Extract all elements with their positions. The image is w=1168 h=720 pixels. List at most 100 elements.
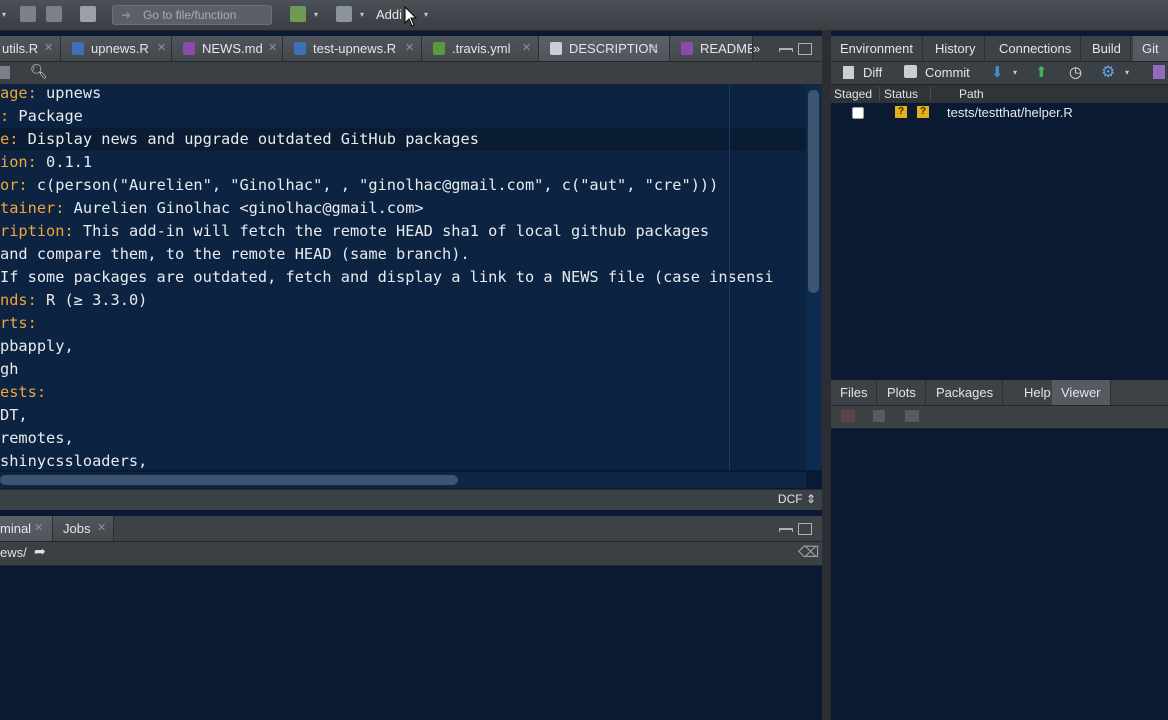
scrollbar-thumb[interactable]	[0, 475, 458, 485]
tab-news-md[interactable]: NEWS.md ✕	[172, 36, 283, 61]
save-icon[interactable]	[20, 6, 36, 22]
chevron-down-icon[interactable]: ▾	[2, 10, 6, 19]
print-icon[interactable]	[80, 6, 96, 22]
code-line: gh	[0, 358, 18, 381]
version-control-icon[interactable]	[290, 6, 306, 22]
chevron-down-icon[interactable]: ▾	[1125, 68, 1129, 77]
tab-environment[interactable]: Environment	[831, 36, 923, 61]
close-icon[interactable]: ✕	[405, 36, 414, 61]
field-value: and compare them, to the remote HEAD (sa…	[0, 245, 470, 263]
console-output[interactable]	[0, 566, 822, 720]
tab-terminal[interactable]: minal ✕	[0, 516, 53, 541]
field-key: ion:	[0, 153, 37, 171]
search-icon[interactable]: 🔍︎	[30, 63, 48, 80]
status-badge: ?	[917, 106, 929, 118]
push-arrow-icon[interactable]: ⬆	[1035, 63, 1048, 81]
chevron-down-icon[interactable]: ▾	[314, 10, 318, 19]
field-key: nds:	[0, 291, 37, 309]
maximize-icon[interactable]	[798, 43, 812, 55]
close-icon[interactable]: ✕	[522, 36, 531, 61]
save-icon[interactable]	[0, 66, 10, 79]
close-icon[interactable]: ✕	[97, 516, 106, 541]
tab-utils[interactable]: utils.R ✕	[0, 36, 61, 61]
close-icon[interactable]: ✕	[157, 36, 166, 61]
field-value: shinycssloaders,	[0, 452, 148, 470]
pull-arrow-icon[interactable]: ⬇	[991, 63, 1004, 81]
grid-layout-icon[interactable]	[336, 6, 352, 22]
tab-label: minal	[0, 521, 32, 536]
column-status[interactable]: Status	[879, 87, 918, 101]
close-icon[interactable]: ✕	[650, 36, 659, 61]
md-file-icon	[681, 42, 693, 55]
status-badge: ?	[895, 106, 907, 118]
code-line: ription: This add-in will fetch the remo…	[0, 220, 709, 243]
code-editor[interactable]: age: upnews : Package e: Display news an…	[0, 84, 806, 470]
column-staged[interactable]: Staged	[834, 87, 872, 101]
tab-label: .travis.yml	[452, 41, 511, 56]
code-line: remotes,	[0, 427, 74, 450]
tab-travis-yml[interactable]: .travis.yml ✕	[422, 36, 539, 61]
viewer-pane	[831, 429, 1168, 720]
code-line: or: c(person("Aurelien", "Ginolhac", , "…	[0, 174, 718, 197]
diff-button[interactable]: Diff	[863, 65, 882, 80]
goto-file-input[interactable]: ➜ Go to file/function	[112, 5, 272, 25]
column-path[interactable]: Path	[930, 87, 984, 101]
field-key: :	[0, 107, 10, 125]
go-to-directory-icon[interactable]: ➦	[34, 543, 46, 560]
export-icon[interactable]	[905, 410, 919, 422]
scrollbar-thumb[interactable]	[808, 90, 819, 293]
code-line: and compare them, to the remote HEAD (sa…	[0, 243, 470, 266]
maximize-icon[interactable]	[798, 523, 812, 535]
code-line: e: Display news and upgrade outdated Git…	[0, 128, 479, 151]
close-icon[interactable]: ✕	[268, 36, 277, 61]
staged-checkbox[interactable]	[852, 107, 864, 119]
tab-connections[interactable]: Connections	[990, 36, 1082, 61]
close-icon[interactable]: ✕	[34, 516, 43, 541]
tab-upnews[interactable]: upnews.R ✕	[61, 36, 172, 61]
r-file-icon	[72, 42, 84, 55]
tab-packages[interactable]: Packages	[927, 380, 1004, 405]
tab-description[interactable]: DESCRIPTION ✕	[539, 36, 670, 61]
minimize-icon[interactable]	[779, 528, 793, 532]
tab-viewer[interactable]: Viewer	[1052, 380, 1111, 405]
commit-icon	[904, 65, 917, 78]
commit-button[interactable]: Commit	[925, 65, 970, 80]
chevron-down-icon[interactable]: ▾	[360, 10, 364, 19]
working-directory[interactable]: ews/	[0, 545, 27, 560]
minimize-icon[interactable]	[779, 48, 793, 52]
md-file-icon	[183, 42, 195, 55]
clear-viewer-icon[interactable]	[841, 410, 855, 422]
field-value: pbapply,	[0, 337, 74, 355]
field-value: Package	[9, 107, 83, 125]
chevron-down-icon[interactable]: ▾	[1013, 68, 1017, 77]
tab-files[interactable]: Files	[831, 380, 878, 405]
broom-icon[interactable]: ⌫	[798, 543, 819, 561]
addins-menu[interactable]: Addi	[376, 7, 402, 22]
chevron-down-icon[interactable]: ▾	[424, 10, 428, 19]
code-line: tainer: Aurelien Ginolhac <ginolhac@gmai…	[0, 197, 424, 220]
tab-test-upnews[interactable]: test-upnews.R ✕	[283, 36, 422, 61]
history-clock-icon[interactable]: ◷	[1069, 63, 1082, 81]
console-tabs: minal ✕ Jobs ✕	[0, 516, 822, 542]
save-all-icon[interactable]	[46, 6, 62, 22]
more-tabs-icon[interactable]: »	[753, 36, 760, 61]
pane-splitter[interactable]	[822, 30, 831, 720]
tab-label: test-upnews.R	[313, 41, 397, 56]
tab-build[interactable]: Build	[1083, 36, 1131, 61]
tab-jobs[interactable]: Jobs ✕	[53, 516, 114, 541]
branch-icon[interactable]	[1153, 65, 1165, 79]
diff-icon	[843, 66, 854, 79]
tab-readme[interactable]: README	[670, 36, 753, 61]
table-row[interactable]: ? ? tests/testthat/helper.R	[831, 103, 1168, 123]
gear-icon[interactable]: ⚙	[1101, 62, 1115, 82]
broom-icon[interactable]	[873, 410, 885, 422]
close-icon[interactable]: ✕	[44, 36, 53, 61]
tab-history[interactable]: History	[926, 36, 986, 61]
tab-plots[interactable]: Plots	[878, 380, 926, 405]
files-tabs: Files Plots Packages Help Viewer	[831, 380, 1168, 406]
field-value: gh	[0, 360, 19, 378]
tab-label: Jobs	[63, 521, 91, 536]
file-type-selector[interactable]: DCF ⇕	[778, 492, 816, 506]
field-value: Display news and upgrade outdated GitHub…	[18, 130, 479, 148]
tab-git[interactable]: Git	[1133, 36, 1168, 61]
